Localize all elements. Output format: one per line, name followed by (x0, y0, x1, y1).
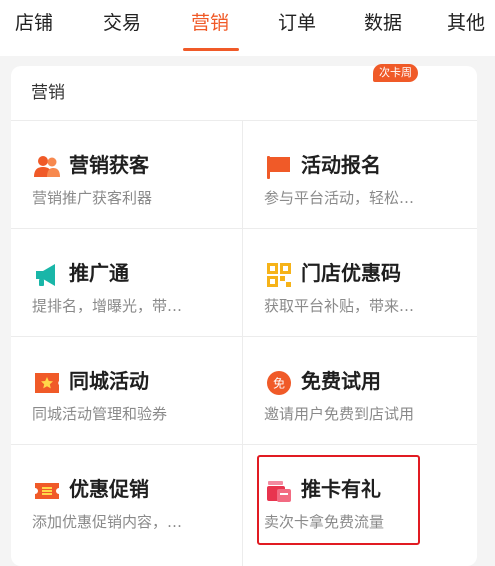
tab-data[interactable]: 数据 (364, 10, 402, 40)
item-desc: 邀请用户免费到店试用 (264, 405, 415, 423)
item-name: 推广通 (69, 261, 129, 285)
megaphone-icon (36, 264, 55, 286)
item-name: 营销获客 (69, 153, 149, 177)
item-desc: 同城活动管理和验券 (32, 405, 168, 423)
activity-signup-item[interactable]: 活动报名 参与平台活动，轻松… (243, 121, 474, 229)
promotion-item[interactable]: 推广通 提排名，增曝光，带… (11, 229, 242, 337)
qr-code-icon (267, 263, 291, 287)
highlight-box (257, 455, 420, 545)
free-trial-item[interactable]: 免 免费试用 邀请用户免费到店试用 (243, 337, 474, 445)
item-desc: 获取平台补贴，带来… (264, 297, 415, 315)
item-desc: 添加优惠促销内容，… (32, 513, 183, 531)
tab-other[interactable]: 其他 (447, 10, 485, 40)
people-icon (34, 156, 60, 177)
free-coin-icon: 免 (267, 371, 291, 395)
item-name: 免费试用 (301, 369, 381, 393)
active-tab-indicator (183, 48, 239, 51)
item-desc: 参与平台活动，轻松… (264, 189, 415, 207)
item-name: 优惠促销 (69, 477, 149, 501)
item-name: 同城活动 (69, 369, 149, 393)
item-name: 活动报名 (301, 153, 381, 177)
store-coupon-code-item[interactable]: 门店优惠码 获取平台补贴，带来… (243, 229, 474, 337)
tab-marketing[interactable]: 营销 (191, 10, 229, 40)
item-desc: 营销推广获客利器 (32, 189, 153, 207)
local-activity-item[interactable]: 同城活动 同城活动管理和验券 (11, 337, 242, 445)
tab-store[interactable]: 店铺 (15, 10, 53, 40)
item-name: 门店优惠码 (301, 261, 401, 285)
top-tab-bar: 店铺 交易 营销 订单 数据 其他 (0, 0, 495, 56)
free-icon-text: 免 (273, 376, 285, 391)
coupon-icon (35, 483, 59, 499)
section-title: 营销 (31, 83, 65, 103)
marketing-acquisition-item[interactable]: 营销获客 营销推广获客利器 (11, 121, 242, 229)
flag-icon (267, 156, 290, 179)
activity-badge: 次卡周 (373, 64, 418, 82)
star-ticket-icon (35, 373, 59, 393)
item-desc: 提排名，增曝光，带… (32, 297, 183, 315)
tab-trade[interactable]: 交易 (103, 10, 141, 40)
tab-orders[interactable]: 订单 (278, 10, 316, 40)
discount-promotion-item[interactable]: 优惠促销 添加优惠促销内容，… (11, 445, 242, 553)
